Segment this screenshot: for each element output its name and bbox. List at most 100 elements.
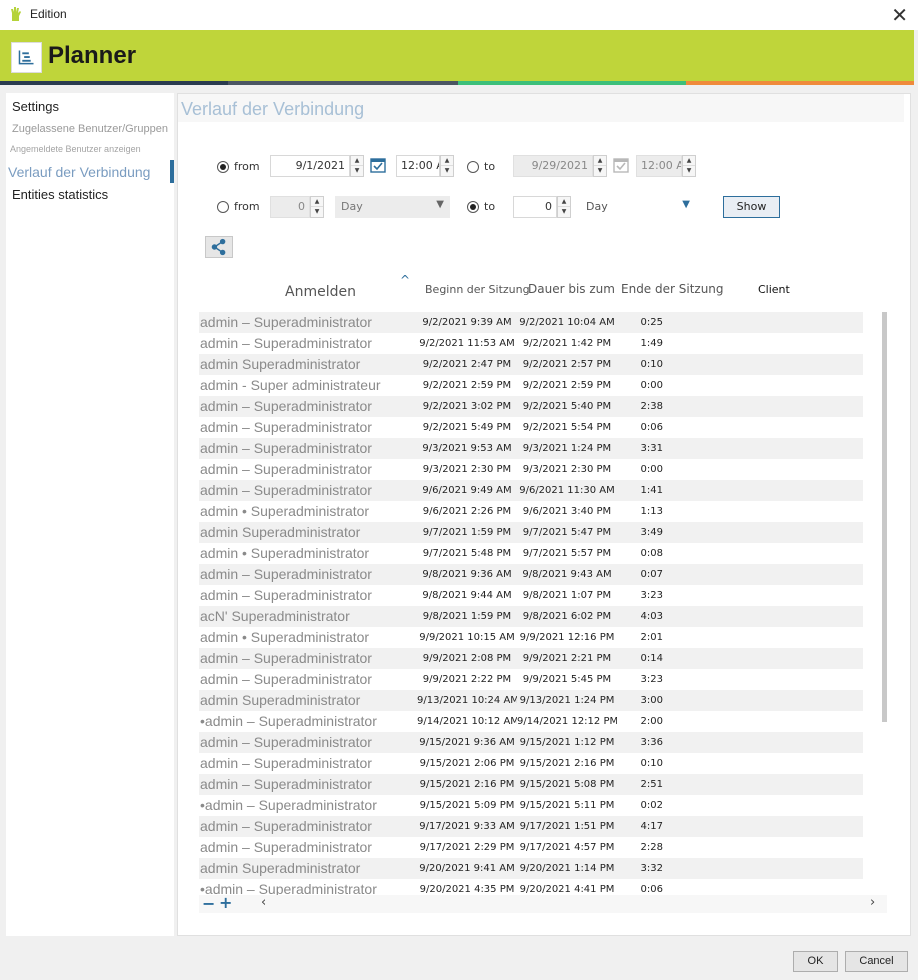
horizontal-scrollbar[interactable]: − + ‹ ›	[199, 893, 887, 913]
column-header-client[interactable]: Client	[758, 283, 790, 296]
table-row[interactable]: admin – Superadministrator 9/8/2021 9:36 …	[199, 564, 863, 585]
table-row[interactable]: •admin – Superadministrator 9/14/2021 10:…	[199, 711, 863, 732]
scroll-right-icon[interactable]: ›	[870, 895, 875, 910]
share-button[interactable]	[205, 236, 233, 258]
column-header-dauer[interactable]: Dauer bis zum	[528, 282, 615, 296]
from-time-spinner[interactable]: ▲ ▼	[440, 155, 454, 177]
start-cell: 9/15/2021 9:36 AM	[419, 737, 515, 748]
table-row[interactable]: admin – Superadministrator 9/3/2021 2:30 …	[199, 459, 863, 480]
table-row[interactable]: admin – Superadministrator 9/9/2021 2:22 …	[199, 669, 863, 690]
from-unit-select[interactable]: Day ▼	[335, 196, 450, 218]
from-date-field[interactable]: 9/1/2021	[270, 155, 350, 177]
user-cell: admin – Superadministrator	[200, 587, 372, 603]
start-cell: 9/8/2021 9:36 AM	[422, 569, 512, 580]
start-cell: 9/9/2021 2:22 PM	[422, 674, 512, 685]
duration-cell: 2:38	[640, 401, 663, 412]
table-row[interactable]: admin • Superadministrator 9/6/2021 2:26 …	[199, 501, 863, 522]
to-relative-value[interactable]: 0	[513, 196, 557, 218]
plus-icon[interactable]: +	[219, 893, 232, 912]
calendar-icon[interactable]	[370, 157, 386, 173]
from-date-label: from	[234, 160, 260, 173]
from-time-field[interactable]: 12:00 AI	[396, 155, 440, 177]
end-cell: 9/15/2021 5:08 PM	[519, 779, 615, 790]
ok-button[interactable]: OK	[793, 951, 838, 972]
vertical-scrollbar[interactable]	[882, 312, 887, 722]
user-cell: admin – Superadministrator	[200, 839, 372, 855]
table-row[interactable]: admin – Superadministrator 9/2/2021 11:53…	[199, 333, 863, 354]
table-row[interactable]: admin – Superadministrator 9/17/2021 9:33…	[199, 816, 863, 837]
scroll-left-icon[interactable]: ‹	[261, 895, 266, 910]
table-row[interactable]: acN' Superadministrator 9/8/2021 1:59 PM 9…	[199, 606, 863, 627]
to-time-field[interactable]: 12:00 AI	[636, 155, 682, 177]
from-date-radio[interactable]	[217, 161, 229, 173]
table-row[interactable]: admin – Superadministrator 9/15/2021 2:16…	[199, 774, 863, 795]
minus-icon[interactable]: −	[202, 894, 215, 913]
start-cell: 9/6/2021 2:26 PM	[422, 506, 512, 517]
table-row[interactable]: admin – Superadministrator 9/2/2021 5:49 …	[199, 417, 863, 438]
duration-cell: 2:51	[640, 779, 663, 790]
duration-cell: 2:00	[640, 716, 663, 727]
table-row[interactable]: admin Superadministrator 9/13/2021 10:24 …	[199, 690, 863, 711]
table-row[interactable]: •admin – Superadministrator 9/15/2021 5:0…	[199, 795, 863, 816]
from-unit-value: Day	[341, 200, 363, 213]
to-relative-spinner[interactable]: ▲ ▼	[557, 196, 571, 218]
share-icon	[211, 238, 226, 256]
to-time-spinner[interactable]: ▲ ▼	[682, 155, 696, 177]
table-row[interactable]: admin • Superadministrator 9/7/2021 5:48 …	[199, 543, 863, 564]
sort-asc-icon[interactable]: ^	[400, 273, 410, 287]
chevron-down-icon: ▼	[436, 199, 444, 210]
sidebar-item-entities-statistics[interactable]: Entities statistics	[12, 187, 108, 202]
sidebar-active-indicator	[170, 160, 174, 183]
to-date-radio[interactable]	[467, 161, 479, 173]
table-row[interactable]: admin – Superadministrator 9/8/2021 9:44 …	[199, 585, 863, 606]
show-button[interactable]: Show	[723, 196, 780, 218]
calendar-icon-disabled[interactable]	[613, 157, 629, 173]
table-row[interactable]: admin Superadministrator 9/7/2021 1:59 PM…	[199, 522, 863, 543]
user-cell: admin – Superadministrator	[200, 482, 372, 498]
table-row[interactable]: admin – Superadministrator 9/2/2021 3:02 …	[199, 396, 863, 417]
table-row[interactable]: admin • Superadministrator 9/9/2021 10:15…	[199, 627, 863, 648]
from-relative-spinner[interactable]: ▲ ▼	[310, 196, 324, 218]
table-row[interactable]: admin – Superadministrator 9/6/2021 9:49 …	[199, 480, 863, 501]
column-header-beginn[interactable]: Beginn der Sitzung	[425, 283, 530, 296]
duration-cell: 4:17	[640, 821, 663, 832]
table-row[interactable]: admin – Superadministrator 9/3/2021 9:53 …	[199, 438, 863, 459]
table-row[interactable]: admin Superadministrator 9/20/2021 9:41 A…	[199, 858, 863, 879]
sidebar-item-zugelassene-benutzer[interactable]: Zugelassene Benutzer/Gruppen	[12, 123, 168, 135]
to-date-spinner[interactable]: ▲ ▼	[593, 155, 607, 177]
table-row[interactable]: admin – Superadministrator 9/15/2021 2:06…	[199, 753, 863, 774]
start-cell: 9/15/2021 2:16 PM	[419, 779, 515, 790]
from-relative-value[interactable]: 0	[270, 196, 310, 218]
to-date-field[interactable]: 9/29/2021	[513, 155, 593, 177]
sidebar-item-angemeldete-benutzer[interactable]: Angemeldete Benutzer anzeigen	[10, 144, 141, 154]
column-header-anmelden[interactable]: Anmelden	[285, 284, 356, 300]
close-icon[interactable]: ✕	[891, 3, 908, 27]
to-unit-select[interactable]: Day ▼	[580, 196, 696, 218]
user-cell: admin Superadministrator	[200, 692, 361, 708]
end-cell: 9/9/2021 12:16 PM	[519, 632, 615, 643]
end-cell: 9/9/2021 5:45 PM	[522, 674, 612, 685]
duration-cell: 0:00	[640, 464, 663, 475]
from-date-spinner[interactable]: ▲ ▼	[350, 155, 364, 177]
user-cell: admin – Superadministrator	[200, 734, 372, 750]
table-row[interactable]: admin - Super administrateur 9/2/2021 2:5…	[199, 375, 863, 396]
sidebar-item-settings[interactable]: Settings	[12, 99, 59, 114]
end-cell: 9/2/2021 2:59 PM	[522, 380, 612, 391]
table-row[interactable]: admin Superadministrator 9/2/2021 2:47 PM…	[199, 354, 863, 375]
user-cell: admin – Superadministrator	[200, 398, 372, 414]
user-cell: admin – Superadministrator	[200, 335, 372, 351]
table-row[interactable]: admin – Superadministrator 9/9/2021 2:08 …	[199, 648, 863, 669]
cancel-button[interactable]: Cancel	[845, 951, 908, 972]
to-relative-radio[interactable]	[467, 201, 479, 213]
column-header-ende[interactable]: Ende der Sitzung	[621, 282, 724, 296]
sidebar-item-verlauf[interactable]: Verlauf der Verbindung	[8, 164, 150, 180]
table-row[interactable]: admin – Superadministrator 9/17/2021 2:29…	[199, 837, 863, 858]
duration-cell: 3:49	[640, 527, 663, 538]
table-row[interactable]: admin – Superadministrator 9/2/2021 9:39 …	[199, 312, 863, 333]
duration-cell: 3:36	[640, 737, 663, 748]
app-hand-icon	[11, 7, 21, 21]
from-relative-radio[interactable]	[217, 201, 229, 213]
end-cell: 9/9/2021 2:21 PM	[522, 653, 612, 664]
table-row[interactable]: admin – Superadministrator 9/15/2021 9:36…	[199, 732, 863, 753]
user-cell: •admin – Superadministrator	[200, 797, 377, 813]
